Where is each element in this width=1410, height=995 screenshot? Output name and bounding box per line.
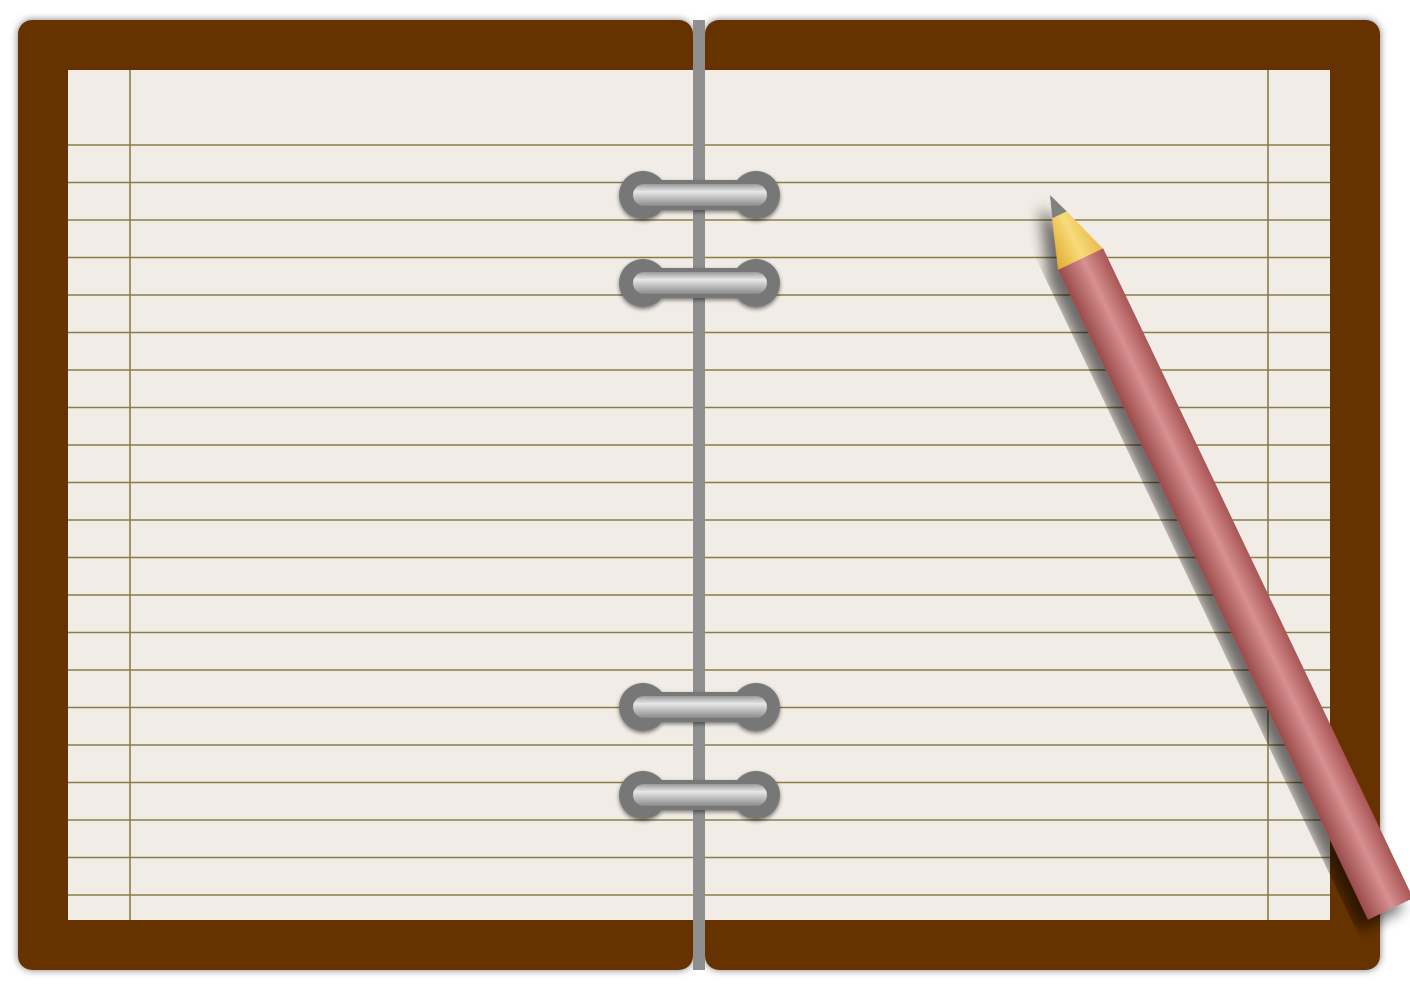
right-page — [705, 70, 1330, 920]
ring-metal — [633, 696, 767, 718]
notebook-illustration — [0, 0, 1410, 990]
notebook-drawing — [18, 20, 1410, 970]
ring-metal — [633, 784, 767, 806]
ring-metal — [633, 272, 767, 294]
spine — [693, 20, 705, 970]
ring-metal — [633, 184, 767, 206]
left-page — [68, 70, 693, 920]
